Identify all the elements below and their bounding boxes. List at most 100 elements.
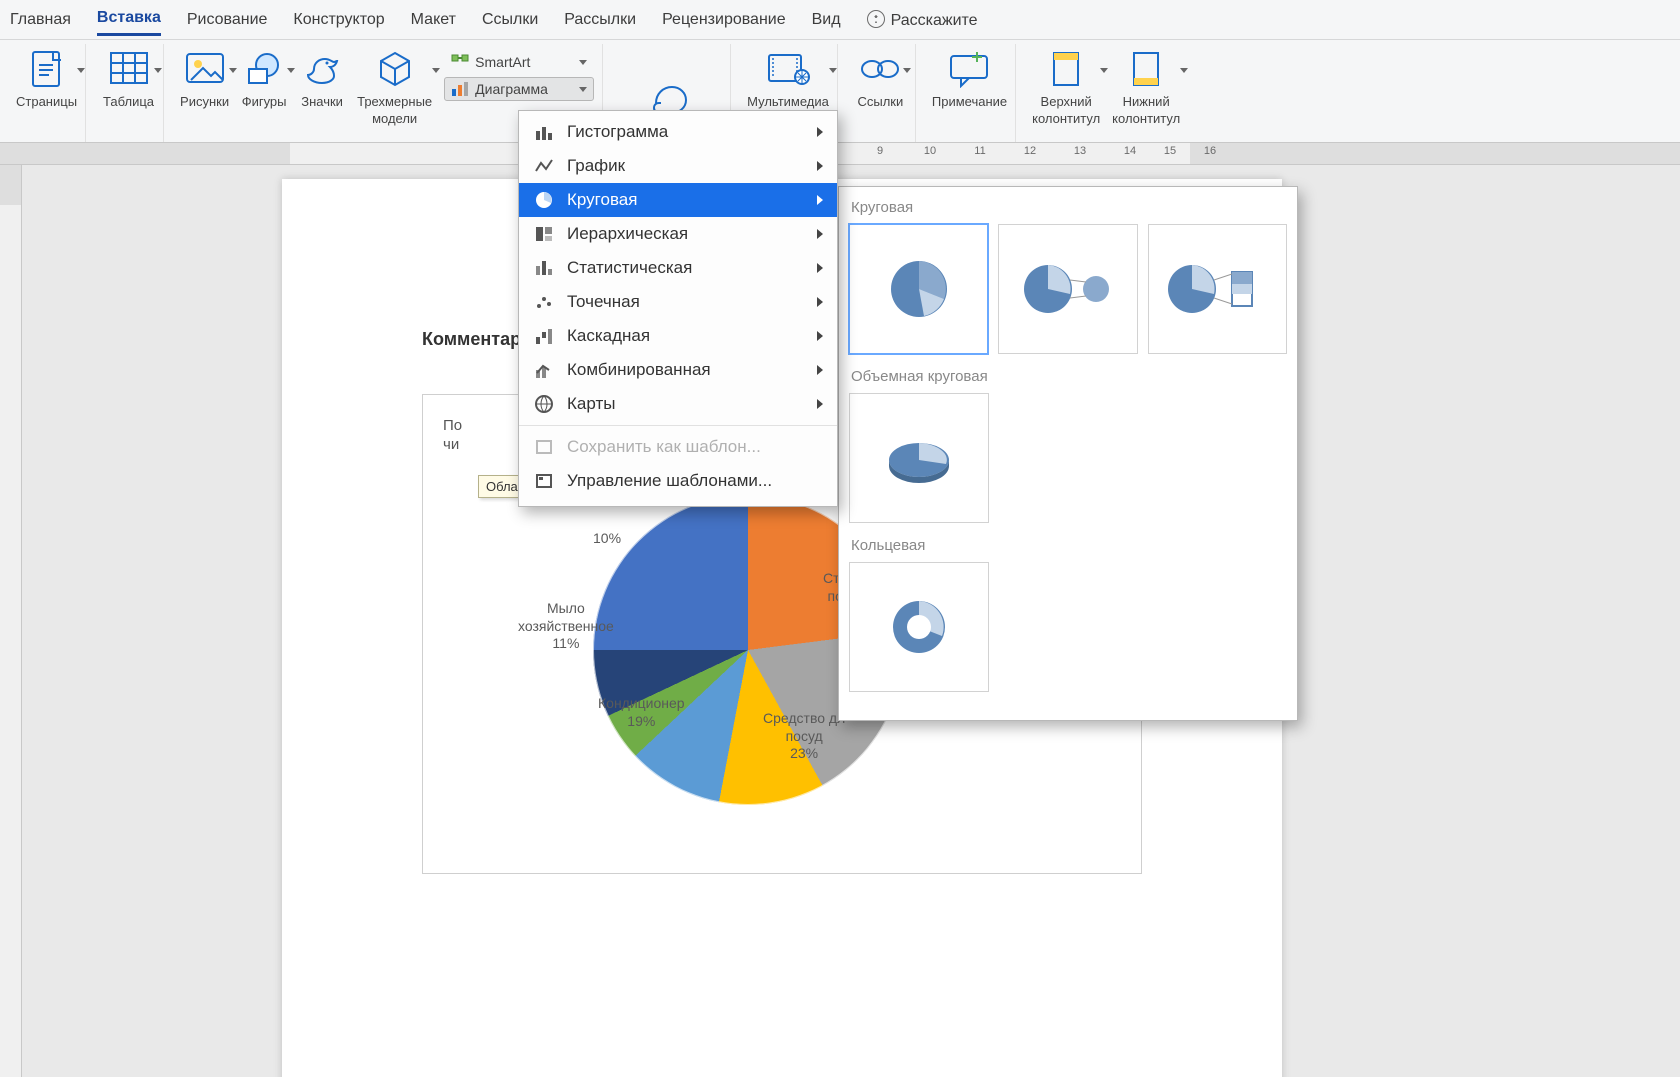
ruler-number: 13	[1074, 145, 1086, 157]
media-icon	[765, 46, 811, 92]
cube-icon	[372, 46, 418, 92]
ruler-number: 11	[974, 145, 985, 157]
chevron-down-icon	[77, 68, 85, 73]
menu-item-combo[interactable]: Комбинированная	[519, 353, 837, 387]
manage-template-icon	[533, 470, 555, 492]
pie-label: Средство дл посуд 23%	[763, 710, 845, 763]
3d-models-button[interactable]: Трехмерные модели	[357, 46, 432, 126]
gallery-section-doughnut: Кольцевая	[851, 537, 1285, 554]
pages-label: Страницы	[16, 94, 77, 109]
tab-review[interactable]: Рецензирование	[662, 5, 786, 35]
shapes-label: Фигуры	[242, 94, 287, 109]
chevron-down-icon	[829, 68, 837, 73]
menu-item-scatter[interactable]: Точечная	[519, 285, 837, 319]
ruler-number: 16	[1204, 145, 1216, 157]
shapes-icon	[241, 46, 287, 92]
smartart-label: SmartArt	[475, 54, 530, 70]
chevron-down-icon	[903, 68, 911, 73]
ruler-number: 12	[1024, 145, 1036, 157]
3d-models-label2: модели	[372, 111, 417, 126]
table-icon	[106, 46, 152, 92]
bar-icon	[533, 121, 555, 143]
ribbon-tabs: Главная Вставка Рисование Конструктор Ма…	[0, 0, 1680, 40]
combo-icon	[533, 359, 555, 381]
tab-mailings[interactable]: Рассылки	[564, 5, 636, 35]
scatter-icon	[533, 291, 555, 313]
thumb-pie-of-pie[interactable]	[998, 224, 1137, 354]
page-icon	[24, 46, 70, 92]
multimedia-button[interactable]: Мультимедиа	[747, 46, 829, 109]
menu-item-maps[interactable]: Карты	[519, 387, 837, 421]
tab-layout[interactable]: Макет	[411, 5, 456, 35]
pie-label: Кондиционер 19%	[598, 695, 685, 730]
chevron-right-icon	[817, 331, 823, 341]
pie-label: Мыло хозяйственное 11%	[518, 600, 614, 653]
multimedia-label: Мультимедиа	[747, 94, 829, 109]
comment-button[interactable]: Примечание	[932, 46, 1007, 109]
menu-item-save-template: Сохранить как шаблон...	[519, 430, 837, 464]
footer-button[interactable]: Нижний колонтитул	[1112, 46, 1180, 126]
gallery-section-pie: Круговая	[851, 199, 1285, 216]
stat-icon	[533, 257, 555, 279]
header-icon	[1043, 46, 1089, 92]
menu-item-waterfall[interactable]: Каскадная	[519, 319, 837, 353]
menu-item-pie[interactable]: Круговая	[519, 183, 837, 217]
line-icon	[533, 155, 555, 177]
chevron-right-icon	[817, 263, 823, 273]
tree-icon	[533, 223, 555, 245]
icons-button[interactable]: Значки	[299, 46, 345, 109]
tab-references[interactable]: Ссылки	[482, 5, 538, 35]
chevron-down-icon	[154, 68, 162, 73]
links-button[interactable]: Ссылки	[857, 46, 903, 109]
pie-label: 10%	[593, 530, 621, 548]
thumb-pie-3d[interactable]	[849, 393, 989, 523]
waterfall-icon	[533, 325, 555, 347]
shapes-button[interactable]: Фигуры	[241, 46, 287, 109]
tab-home[interactable]: Главная	[10, 5, 71, 35]
menu-item-hierarchy[interactable]: Иерархическая	[519, 217, 837, 251]
pages-button[interactable]: Страницы	[16, 46, 77, 109]
links-label: Ссылки	[857, 94, 903, 109]
tab-design[interactable]: Конструктор	[293, 5, 384, 35]
chevron-right-icon	[817, 365, 823, 375]
chevron-down-icon	[579, 60, 587, 65]
menu-item-histogram[interactable]: Гистограмма	[519, 115, 837, 149]
link-icon	[857, 46, 903, 92]
chevron-down-icon	[1180, 68, 1188, 73]
footer-label2: колонтитул	[1112, 111, 1180, 126]
chart-type-menu: Гистограмма График Круговая Иерархическа…	[518, 110, 838, 507]
menu-item-line[interactable]: График	[519, 149, 837, 183]
chart-button[interactable]: Диаграмма	[444, 77, 594, 101]
pie-icon	[533, 189, 555, 211]
tab-tellme[interactable]: Расскажите	[867, 4, 978, 36]
barchart-icon	[451, 80, 469, 98]
tab-insert[interactable]: Вставка	[97, 3, 161, 36]
tab-draw[interactable]: Рисование	[187, 5, 268, 35]
ruler-number: 15	[1164, 145, 1176, 157]
chevron-down-icon	[229, 68, 237, 73]
smartart-button[interactable]: SmartArt	[444, 50, 594, 74]
chevron-down-icon	[287, 68, 295, 73]
pictures-button[interactable]: Рисунки	[180, 46, 229, 109]
thumb-pie-2d[interactable]	[849, 224, 988, 354]
comment-label: Примечание	[932, 94, 1007, 109]
ruler-number: 9	[877, 145, 883, 157]
chevron-down-icon	[579, 87, 587, 92]
icons-label: Значки	[301, 94, 343, 109]
chevron-right-icon	[817, 229, 823, 239]
duck-icon	[299, 46, 345, 92]
chevron-right-icon	[817, 195, 823, 205]
tab-view[interactable]: Вид	[812, 5, 841, 35]
menu-item-manage-templates[interactable]: Управление шаблонами...	[519, 464, 837, 498]
thumb-doughnut[interactable]	[849, 562, 989, 692]
thumb-bar-of-pie[interactable]	[1148, 224, 1287, 354]
vertical-ruler	[0, 165, 22, 1077]
chevron-right-icon	[817, 297, 823, 307]
chart-title: По чи	[443, 417, 462, 455]
table-button[interactable]: Таблица	[103, 46, 154, 109]
chevron-right-icon	[817, 127, 823, 137]
menu-item-statistical[interactable]: Статистическая	[519, 251, 837, 285]
picture-icon	[182, 46, 228, 92]
chevron-down-icon	[1100, 68, 1108, 73]
header-button[interactable]: Верхний колонтитул	[1032, 46, 1100, 126]
